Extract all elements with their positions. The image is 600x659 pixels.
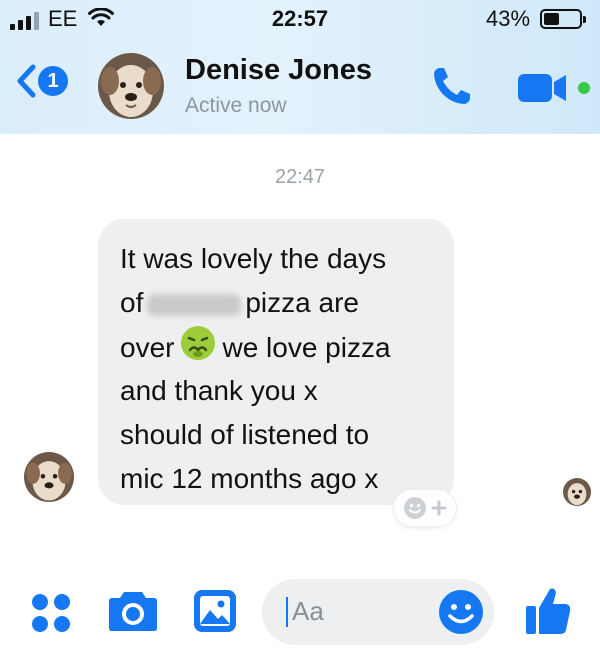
phone-icon xyxy=(434,68,470,104)
photo-gallery-icon xyxy=(194,590,236,632)
apps-grid-icon xyxy=(32,594,70,632)
dog-avatar-image xyxy=(98,53,164,119)
dog-avatar-image xyxy=(563,478,591,506)
more-actions-button[interactable] xyxy=(30,592,72,639)
smiley-icon xyxy=(439,590,483,634)
back-button[interactable]: 1 xyxy=(16,64,68,98)
redacted-text xyxy=(147,293,242,316)
dog-avatar-image xyxy=(24,452,74,502)
battery-icon xyxy=(540,9,586,29)
nauseated-face-emoji-icon xyxy=(180,325,216,374)
message-text: pizza are xyxy=(245,287,359,318)
received-message-bubble[interactable]: It was lovely the days of pizza are over … xyxy=(98,219,454,505)
video-call-button[interactable] xyxy=(518,70,574,111)
status-bar: EE 22:57 43% xyxy=(0,0,600,40)
video-camera-icon xyxy=(518,74,566,102)
unread-badge: 1 xyxy=(38,66,68,96)
message-text: over xyxy=(120,331,175,363)
message-line: mic 12 months ago x xyxy=(120,463,379,494)
message-line: over we love pizza xyxy=(120,325,434,369)
emoji-button[interactable] xyxy=(438,589,484,640)
photo-gallery-button[interactable] xyxy=(192,588,238,639)
message-text: we love pizza xyxy=(222,331,391,363)
plus-icon xyxy=(431,500,447,516)
camera-button[interactable] xyxy=(108,588,158,637)
thumbs-up-icon xyxy=(526,588,571,634)
message-timestamp: 22:47 xyxy=(274,166,326,188)
contact-active-status: Active now xyxy=(185,94,287,117)
message-line: It was lovely the days xyxy=(120,243,387,274)
message-input-placeholder: Aa xyxy=(292,596,324,626)
reaction-smiley-icon xyxy=(404,497,426,519)
sender-avatar[interactable] xyxy=(24,452,74,502)
voice-call-button[interactable] xyxy=(430,64,474,113)
message-input[interactable]: Aa xyxy=(262,579,494,645)
battery-percent: 43% xyxy=(486,6,531,31)
add-reaction-button[interactable] xyxy=(394,490,456,526)
message-text: of xyxy=(120,287,144,318)
contact-avatar[interactable] xyxy=(98,53,164,119)
online-indicator xyxy=(578,82,590,94)
message-line: and thank you x xyxy=(120,375,318,406)
back-chevron-icon xyxy=(17,64,36,98)
message-line: of pizza are xyxy=(120,281,434,325)
text-caret xyxy=(286,597,288,627)
contact-name[interactable]: Denise Jones xyxy=(185,54,372,87)
read-receipt-avatar xyxy=(563,478,591,506)
message-line: should of listened to xyxy=(120,419,370,450)
camera-icon xyxy=(109,592,157,631)
conversation-header-area: EE 22:57 43% 1 Denise Jones Active now xyxy=(0,0,600,134)
like-button[interactable] xyxy=(524,586,572,641)
message-composer: Aa xyxy=(0,570,600,659)
